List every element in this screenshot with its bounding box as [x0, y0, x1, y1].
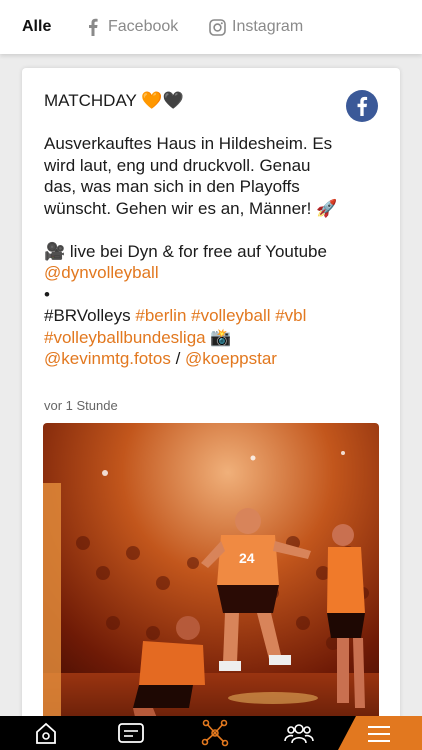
mention-koeppstar[interactable]: @koeppstar: [185, 349, 277, 368]
post-text: MATCHDAY 🧡🖤 Ausverkauftes Haus in Hildes…: [44, 90, 344, 370]
camera-emoji: 📸: [205, 327, 232, 347]
team-icon[interactable]: [279, 716, 319, 750]
mention-kevinmtg[interactable]: @kevinmtg.fotos: [44, 349, 171, 368]
post-paragraph: Ausverkauftes Haus in Hildesheim. Es wir…: [44, 134, 338, 218]
tab-instagram-label: Instagram: [232, 18, 304, 35]
instagram-icon: [208, 18, 226, 36]
tab-instagram[interactable]: Instagram: [208, 0, 303, 54]
tab-facebook-label: Facebook: [108, 18, 179, 35]
credits-separator: /: [170, 349, 186, 368]
facebook-icon[interactable]: [346, 90, 378, 122]
bottom-navigation: [0, 716, 422, 750]
post-photo[interactable]: 24: [43, 423, 379, 748]
tab-facebook[interactable]: Facebook: [84, 0, 178, 54]
tab-alle-label: Alle: [22, 18, 52, 35]
post-timestamp: vor 1 Stunde: [44, 398, 118, 413]
mention-dynvolleyball[interactable]: @dynvolleyball: [44, 263, 159, 282]
facebook-f-icon: [84, 18, 102, 36]
tab-alle[interactable]: Alle: [22, 0, 51, 54]
hashtag-line-2: #volleyballbundesliga 📸: [44, 327, 344, 349]
network-icon[interactable]: [195, 716, 235, 750]
post-live-line: 🎥 live bei Dyn & for free auf Youtube @d…: [44, 241, 344, 284]
jersey-number: 24: [239, 550, 255, 566]
hashtag-volleyballbundesliga[interactable]: #volleyballbundesliga: [44, 328, 206, 347]
volleyball-photo-illustration: 24: [43, 423, 379, 748]
hashtag-line: #BRVolleys #berlin #volleyball #vbl: [44, 305, 344, 327]
home-icon[interactable]: [26, 716, 66, 750]
post-card[interactable]: MATCHDAY 🧡🖤 Ausverkauftes Haus in Hildes…: [22, 68, 400, 748]
news-icon[interactable]: [111, 716, 151, 750]
hashtags-primary[interactable]: #berlin #volleyball #vbl: [135, 306, 306, 325]
menu-button[interactable]: [338, 716, 422, 750]
hashtag-brvolleys: #BRVolleys: [44, 306, 136, 325]
live-text: 🎥 live bei Dyn & for free auf Youtube: [44, 241, 327, 261]
bullet: •: [44, 284, 50, 304]
credits-line: @kevinmtg.fotos / @koeppstar: [44, 348, 344, 370]
filter-tab-bar: Alle Facebook Instagram: [0, 0, 422, 54]
post-title: MATCHDAY 🧡🖤: [44, 91, 184, 110]
